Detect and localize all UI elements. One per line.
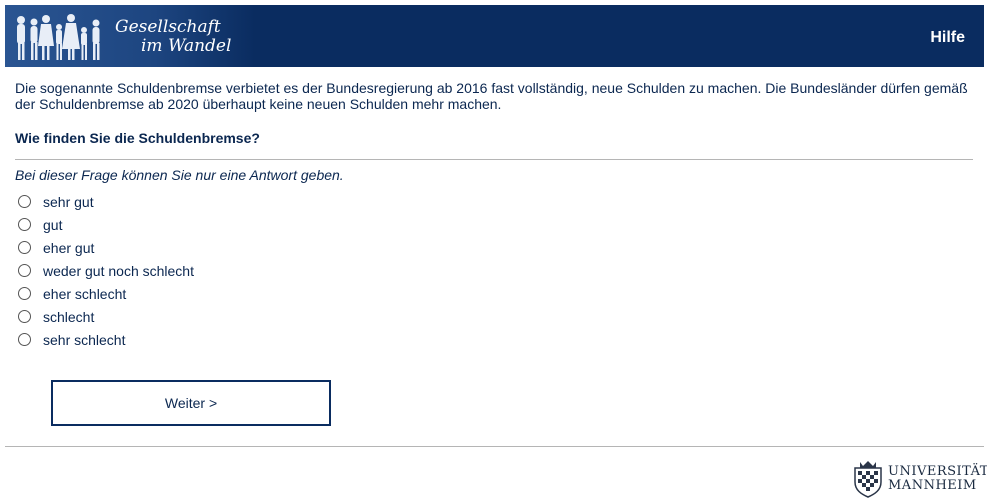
radio-button[interactable] xyxy=(18,218,31,231)
question-title: Wie finden Sie die Schuldenbremse? xyxy=(15,130,260,146)
answer-options: sehr gut gut eher gut weder gut noch sch… xyxy=(18,190,194,351)
answer-option-weder-gut-noch-schlecht[interactable]: weder gut noch schlecht xyxy=(18,259,194,282)
answer-option-eher-gut[interactable]: eher gut xyxy=(18,236,194,259)
brand-logo: Gesellschaft im Wandel xyxy=(5,5,255,67)
answer-option-schlecht[interactable]: schlecht xyxy=(18,305,194,328)
footer-divider xyxy=(5,446,984,447)
answer-option-sehr-gut[interactable]: sehr gut xyxy=(18,190,194,213)
help-link[interactable]: Hilfe xyxy=(930,29,965,47)
people-silhouettes-icon xyxy=(17,14,100,60)
option-label: gut xyxy=(43,216,63,233)
brand-name-line1: Gesellschaft xyxy=(115,17,221,37)
option-label: schlecht xyxy=(43,308,95,325)
radio-button[interactable] xyxy=(18,195,31,208)
next-button[interactable]: Weiter > xyxy=(51,380,331,426)
radio-button[interactable] xyxy=(18,264,31,277)
header-bar: Gesellschaft im Wandel Hilfe xyxy=(5,5,984,67)
university-logo: UNIVERSITÄT MANNHEIM xyxy=(851,460,987,498)
option-label: weder gut noch schlecht xyxy=(43,262,194,279)
university-name-line2: MANNHEIM xyxy=(888,478,977,493)
answer-option-eher-schlecht[interactable]: eher schlecht xyxy=(18,282,194,305)
option-label: sehr schlecht xyxy=(43,331,126,348)
answer-option-gut[interactable]: gut xyxy=(18,213,194,236)
option-label: eher gut xyxy=(43,239,95,256)
answer-option-sehr-schlecht[interactable]: sehr schlecht xyxy=(18,328,194,351)
intro-text: Die sogenannte Schuldenbremse verbietet … xyxy=(15,80,968,112)
brand-name-line2: im Wandel xyxy=(141,36,232,56)
option-label: sehr gut xyxy=(43,193,94,210)
radio-button[interactable] xyxy=(18,310,31,323)
radio-button[interactable] xyxy=(18,287,31,300)
answer-hint: Bei dieser Frage können Sie nur eine Ant… xyxy=(15,167,344,183)
crest-icon xyxy=(854,461,882,498)
university-name-line1: UNIVERSITÄT xyxy=(888,464,987,479)
divider xyxy=(15,159,973,160)
radio-button[interactable] xyxy=(18,333,31,346)
radio-button[interactable] xyxy=(18,241,31,254)
option-label: eher schlecht xyxy=(43,285,127,302)
